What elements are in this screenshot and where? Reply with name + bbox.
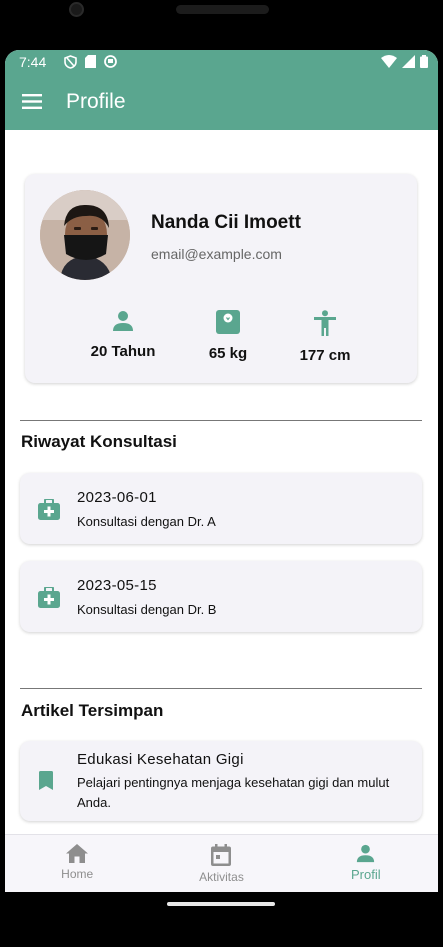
earpiece-speaker [176,5,269,14]
section-divider [20,420,422,421]
stat-height: 177 cm [275,310,375,364]
articles-section-title: Artikel Tersimpan [21,701,164,720]
do-not-disturb-icon [64,54,78,69]
stat-weight-value: 65 kg [208,345,248,362]
consultation-item[interactable]: 2023-05-15 Konsultasi dengan Dr. B [20,561,422,632]
stat-height-value: 177 cm [299,347,351,364]
page-title: Profile [66,89,126,113]
front-camera [69,2,84,17]
calendar-icon [211,844,232,866]
menu-icon[interactable] [22,94,42,109]
scale-icon [216,310,240,334]
saved-article-item[interactable]: Edukasi Kesehatan Gigi Pelajari pentingn… [20,741,422,821]
home-icon [66,844,89,863]
battery-icon [420,55,428,68]
bookmark-icon [39,771,53,790]
stat-age-value: 20 Tahun [90,343,156,360]
article-title: Edukasi Kesehatan Gigi [77,751,244,768]
profile-content[interactable]: Nanda Cii Imoett email@example.com 20 Ta… [5,130,438,834]
consultation-item[interactable]: 2023-06-01 Konsultasi dengan Dr. A [20,473,422,544]
consultation-section-title: Riwayat Konsultasi [21,432,177,451]
stat-weight: 65 kg [178,310,278,362]
app-bar: Profile [5,73,438,130]
person-icon [113,311,133,331]
gesture-home-bar[interactable] [167,902,275,906]
nav-item-home[interactable]: Home [5,835,149,892]
consultation-date: 2023-06-01 [77,489,157,506]
profile-name: Nanda Cii Imoett [151,212,301,233]
article-desc: Pelajari pentingnya menjaga kesehatan gi… [77,775,390,810]
status-time: 7:44 [19,53,47,70]
bottom-navigation: Home Aktivitas Profil [5,834,438,892]
screen: 7:44 Profile Nanda Cii Imoett email@exam… [5,50,438,892]
wifi-icon [381,55,397,68]
profile-card: Nanda Cii Imoett email@example.com 20 Ta… [25,174,417,383]
person-icon [357,844,375,863]
consultation-date: 2023-05-15 [77,577,157,594]
sd-card-icon [85,55,97,68]
avatar-photo [40,190,130,280]
phone-frame: 7:44 Profile Nanda Cii Imoett email@exam… [0,0,443,947]
consultation-desc: Konsultasi dengan Dr. B [77,602,217,617]
consultation-desc: Konsultasi dengan Dr. A [77,514,216,529]
nav-item-profil[interactable]: Profil [294,835,438,892]
signal-icon [402,55,415,68]
nav-label-home: Home [61,867,94,881]
profile-email: email@example.com [151,246,282,262]
nav-label-aktivitas: Aktivitas [199,870,244,884]
stat-age: 20 Tahun [73,310,173,360]
nav-item-aktivitas[interactable]: Aktivitas [149,835,293,892]
medical-bag-icon [38,587,60,608]
nav-label-profil: Profil [351,867,381,882]
medical-bag-icon [38,499,60,520]
section-divider [20,688,422,689]
status-bar: 7:44 [5,50,438,73]
app-notification-icon [104,55,118,68]
height-icon [314,310,336,336]
avatar[interactable] [40,190,130,280]
